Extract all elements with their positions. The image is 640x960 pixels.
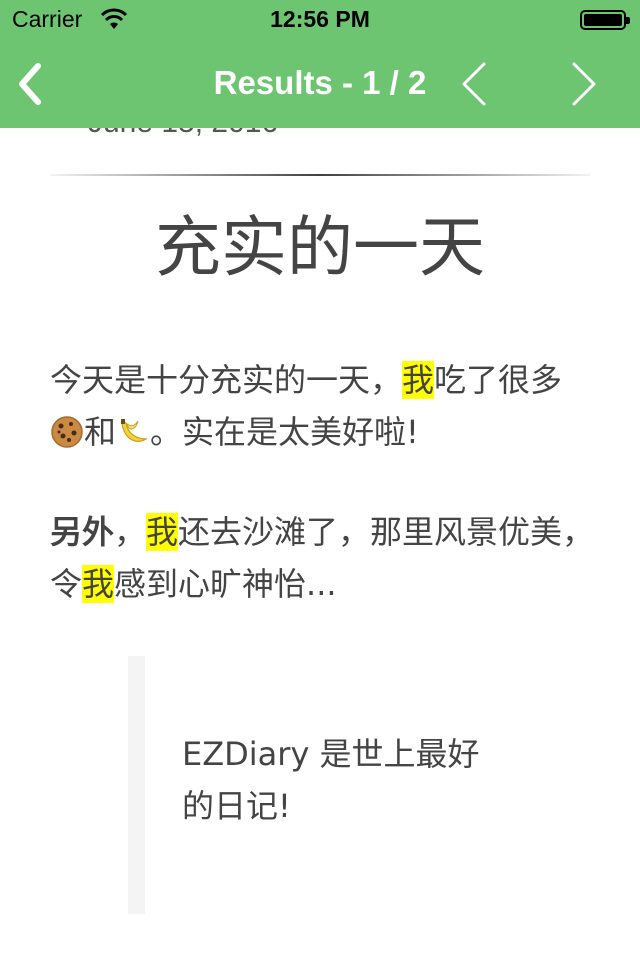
battery-icon bbox=[580, 10, 630, 30]
entry-date: June 15, 2016 bbox=[88, 128, 278, 140]
next-result-button[interactable] bbox=[558, 58, 608, 110]
navigation-bar: Results - 1 / 2 bbox=[0, 40, 640, 128]
status-bar: Carrier 12:56 PM bbox=[0, 0, 640, 40]
chevron-left-icon bbox=[450, 58, 500, 110]
chevron-right-icon bbox=[558, 58, 608, 110]
status-time: 12:56 PM bbox=[270, 6, 370, 32]
text-run: 感到心旷神怡... bbox=[114, 565, 337, 603]
paragraph-1: 今天是十分充实的一天，我吃了很多和 。实在是太美好啦! bbox=[50, 354, 595, 464]
search-highlight: 我 bbox=[402, 361, 435, 399]
text-run: 。实在是太美好啦! bbox=[150, 413, 419, 451]
bold-text: 另外 bbox=[50, 513, 115, 551]
text-run: ， bbox=[114, 513, 147, 551]
paragraph-2: 另外，我还去沙滩了，那里风景优美，令我感到心旷神怡... bbox=[50, 506, 595, 610]
entry-content[interactable]: June 15, 2016 充实的一天 今天是十分充实的一天，我吃了很多和。实在… bbox=[0, 128, 640, 960]
page-title: Results - 1 / 2 bbox=[213, 64, 427, 101]
search-highlight: 我 bbox=[146, 513, 179, 551]
search-highlight: 我 bbox=[82, 565, 115, 603]
banana-icon bbox=[116, 412, 150, 464]
previous-result-button[interactable] bbox=[450, 58, 500, 110]
cookie-icon bbox=[50, 412, 84, 464]
text-run: 和 bbox=[84, 413, 117, 451]
divider bbox=[50, 174, 590, 176]
text-run: 吃了很多 bbox=[434, 361, 563, 399]
blockquote-text: EZDiary 是世上最好的日记! bbox=[182, 735, 480, 825]
blockquote-bar bbox=[128, 656, 145, 914]
text-run: 今天是十分充实的一天， bbox=[50, 361, 403, 399]
entry-title: 充实的一天 bbox=[155, 209, 485, 286]
